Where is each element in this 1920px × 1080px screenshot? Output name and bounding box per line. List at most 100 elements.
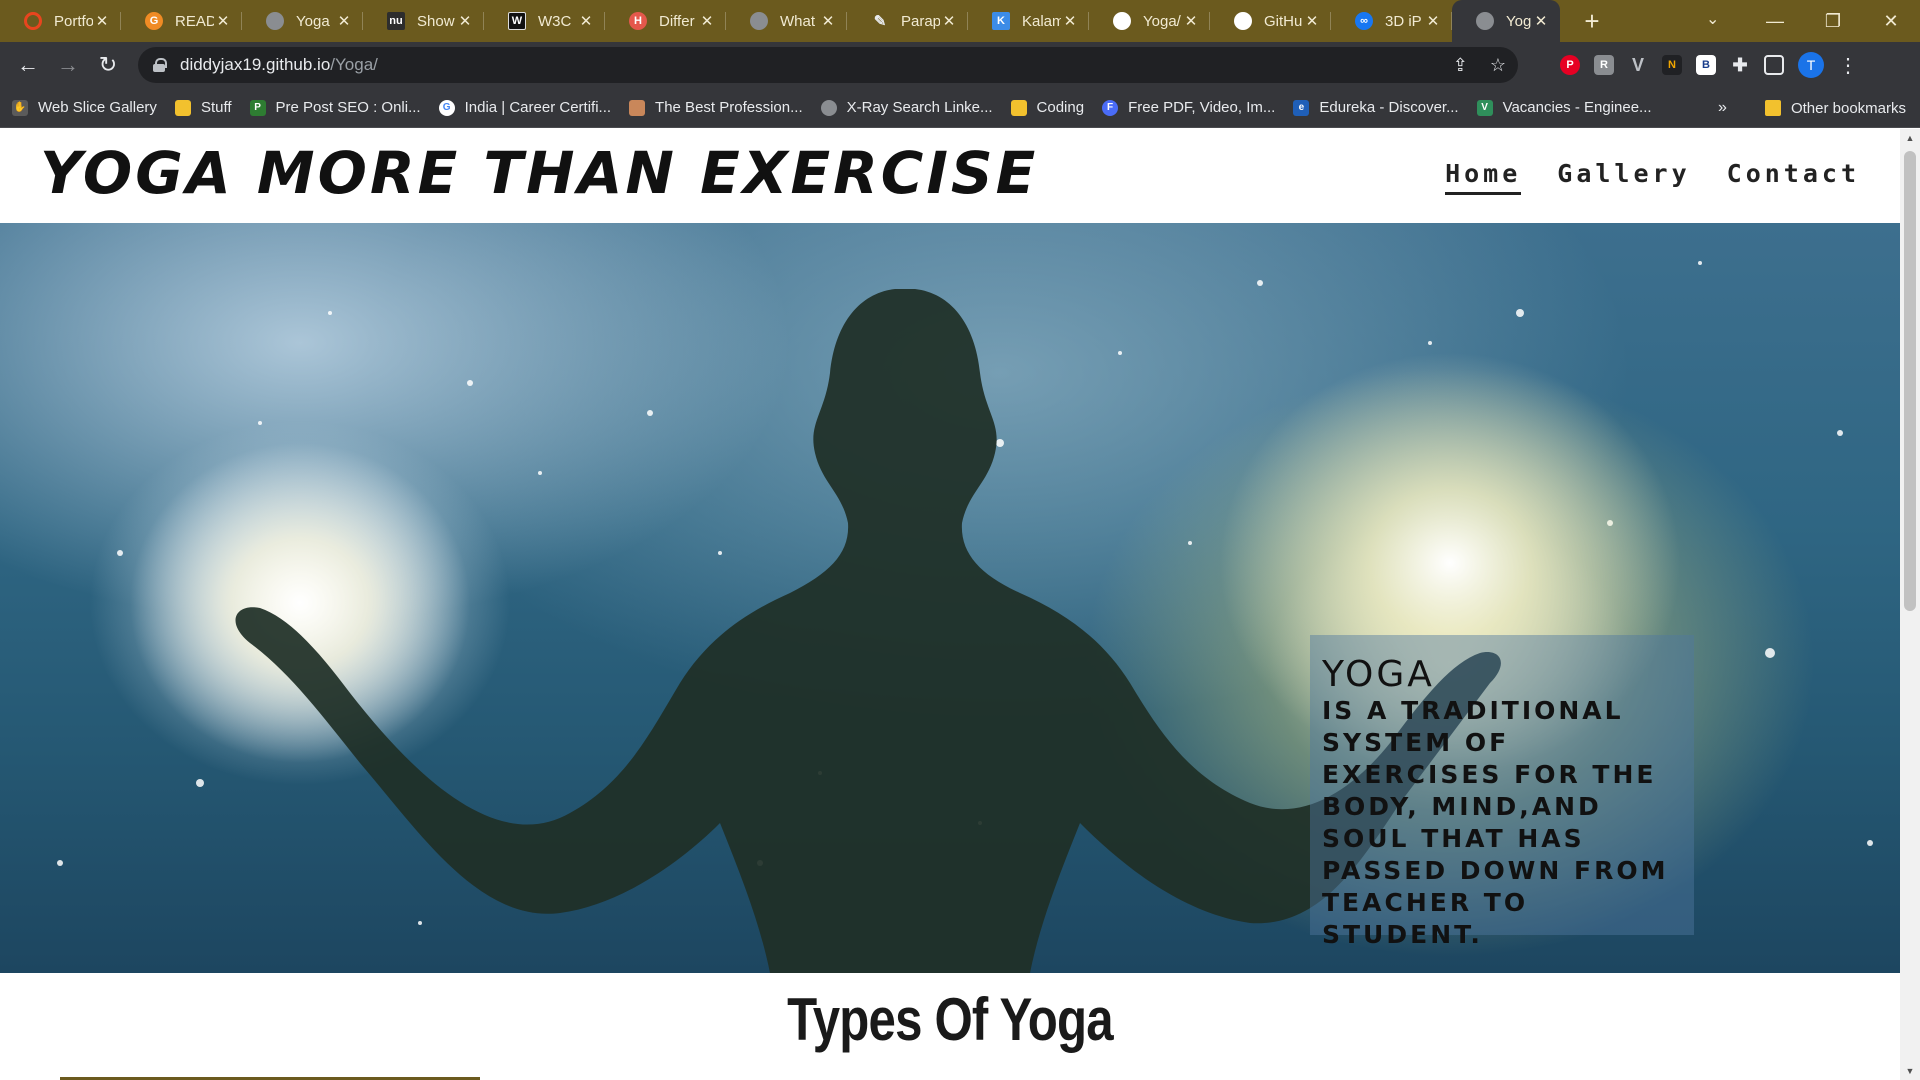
tab-label: Yoga (296, 12, 330, 30)
bookmark-label: Stuff (200, 99, 232, 116)
profession-icon (629, 99, 646, 116)
tab-7[interactable]: What ✕ (726, 0, 847, 42)
extension-n-icon[interactable]: N (1662, 55, 1682, 75)
hero-banner: YOGA IS A TRADITIONAL SYSTEM OF EXERCISE… (0, 223, 1900, 973)
scroll-up-arrow-icon[interactable]: ▲ (1900, 133, 1920, 143)
w3c-icon: W (508, 12, 526, 30)
web-page: YOGA MORE THAN EXERCISE Home Gallery Con… (0, 129, 1900, 1080)
vimeo-icon[interactable]: V (1628, 55, 1648, 75)
back-arrow-icon[interactable]: ← (8, 52, 48, 78)
new-tab-button[interactable]: + (1576, 6, 1608, 37)
extension-icon[interactable]: R (1594, 55, 1614, 75)
tab-6[interactable]: H Differ ✕ (605, 0, 726, 42)
nav-contact-link[interactable]: Contact (1727, 159, 1860, 195)
folder-icon (1764, 100, 1781, 116)
address-bar[interactable]: diddyjax19.github.io/Yoga/ ⇪ ☆ (138, 47, 1518, 83)
bookmark-item[interactable]: The Best Profession... (629, 99, 803, 116)
tab-label: 3D iP (1385, 12, 1422, 30)
tab-2[interactable]: G READ ✕ (121, 0, 242, 42)
tab-close-icon[interactable]: ✕ (93, 12, 111, 30)
tab-label: Parap (901, 12, 940, 30)
hero-caption-text: IS A TRADITIONAL SYSTEM OF EXERCISES FOR… (1322, 696, 1669, 949)
extension-b-icon[interactable]: B (1696, 55, 1716, 75)
tab-1[interactable]: Portfo ✕ (0, 0, 121, 42)
openai-icon (750, 12, 768, 30)
edureka-icon: e (1293, 99, 1310, 116)
tab-label: Yoga (1506, 12, 1532, 30)
nav-gallery-link[interactable]: Gallery (1557, 159, 1690, 195)
site-logo[interactable]: YOGA MORE THAN EXERCISE (40, 139, 1038, 207)
tab-9[interactable]: K Kalam ✕ (968, 0, 1089, 42)
folder-icon (174, 99, 191, 116)
tab-close-icon[interactable]: ✕ (214, 12, 232, 30)
share-icon[interactable]: ⇪ (1453, 55, 1468, 76)
tab-5[interactable]: W W3C ✕ (484, 0, 605, 42)
tab-close-icon[interactable]: ✕ (698, 12, 716, 30)
tab-10[interactable]: Yoga/✕ (1089, 0, 1210, 42)
tab-close-icon[interactable]: ✕ (819, 12, 837, 30)
scrollbar-thumb[interactable] (1904, 151, 1916, 611)
tab-search-icon[interactable]: ⌄ (1706, 0, 1719, 42)
bookmark-item[interactable]: F Free PDF, Video, Im... (1102, 99, 1275, 116)
tab-3[interactable]: Yoga ✕ (242, 0, 363, 42)
bookmarks-bar: ✋ Web Slice Gallery Stuff P Pre Post SEO :… (0, 88, 1920, 128)
other-bookmarks[interactable]: Other bookmarks (1764, 88, 1906, 128)
bookmark-folder[interactable]: Coding (1010, 99, 1085, 116)
url-path: /Yoga/ (330, 55, 378, 74)
tab-close-icon[interactable]: ✕ (335, 12, 353, 30)
bookmark-label: Vacancies - Enginee... (1502, 99, 1652, 116)
site-header: YOGA MORE THAN EXERCISE Home Gallery Con… (0, 129, 1900, 223)
puzzle-icon[interactable]: ✚ (1730, 55, 1750, 75)
tab-12[interactable]: ∞ 3D iP ✕ (1331, 0, 1452, 42)
tab-8[interactable]: ✎ Parap ✕ (847, 0, 968, 42)
scroll-down-arrow-icon[interactable]: ▼ (1900, 1066, 1920, 1076)
tab-close-icon[interactable]: ✕ (1061, 12, 1079, 30)
globe-icon (820, 99, 837, 116)
bookmark-item[interactable]: e Edureka - Discover... (1293, 99, 1459, 116)
tab-label: Yoga/ (1143, 12, 1181, 30)
side-panel-icon[interactable] (1764, 55, 1784, 75)
lock-icon[interactable] (152, 58, 167, 72)
tab-close-icon[interactable]: ✕ (1532, 12, 1550, 30)
bookmarks-overflow-button[interactable]: » (1718, 88, 1727, 128)
google-fonts-icon: K (992, 12, 1010, 30)
window-controls: — ❐ ✕ (1746, 0, 1920, 42)
tab-4[interactable]: nu Show ✕ (363, 0, 484, 42)
nav-home-link[interactable]: Home (1445, 159, 1522, 195)
tab-close-icon[interactable]: ✕ (456, 12, 474, 30)
reload-icon[interactable]: ↻ (88, 52, 128, 78)
tab-close-icon[interactable]: ✕ (940, 12, 958, 30)
hashnode-icon: H (629, 12, 647, 30)
menu-dots-icon[interactable]: ⋮ (1838, 53, 1858, 78)
bookmark-label: India | Career Certifi... (464, 99, 612, 116)
bookmark-item[interactable]: V Vacancies - Enginee... (1476, 99, 1652, 116)
page-scrollbar[interactable]: ▲ ▼ (1900, 129, 1920, 1080)
tab-close-icon[interactable]: ✕ (1424, 12, 1442, 30)
bookmark-item[interactable]: P Pre Post SEO : Onli... (249, 99, 421, 116)
tab-close-icon[interactable]: ✕ (1303, 12, 1321, 30)
hero-caption: YOGA IS A TRADITIONAL SYSTEM OF EXERCISE… (1310, 635, 1694, 949)
extensions-area: P R V N B ✚ T ⋮ (1560, 42, 1858, 88)
pdf-icon: F (1102, 99, 1119, 116)
tab-active[interactable]: Yoga✕ (1452, 0, 1560, 42)
bookmark-label: Coding (1036, 99, 1085, 116)
bookmark-item[interactable]: X-Ray Search Linke... (820, 99, 993, 116)
pinterest-icon[interactable]: P (1560, 55, 1580, 75)
bookmark-star-icon[interactable]: ☆ (1490, 55, 1506, 76)
close-window-icon[interactable]: ✕ (1862, 11, 1920, 32)
minimize-icon[interactable]: — (1746, 11, 1804, 32)
tab-11[interactable]: GitHu ✕ (1210, 0, 1331, 42)
tab-close-icon[interactable]: ✕ (1182, 12, 1200, 30)
tab-close-icon[interactable]: ✕ (577, 12, 595, 30)
forward-arrow-icon[interactable]: → (48, 52, 88, 78)
bookmark-folder[interactable]: Stuff (174, 99, 232, 116)
globe-icon (266, 12, 284, 30)
bookmark-item[interactable]: ✋ Web Slice Gallery (12, 99, 157, 116)
github-icon (1113, 12, 1131, 30)
tab-label: W3C (538, 12, 572, 30)
restore-icon[interactable]: ❐ (1804, 11, 1862, 32)
avatar[interactable]: T (1798, 52, 1824, 78)
tab-label: Show (417, 12, 455, 30)
bookmark-item[interactable]: G India | Career Certifi... (438, 99, 612, 116)
bookmark-label: Edureka - Discover... (1319, 99, 1459, 116)
